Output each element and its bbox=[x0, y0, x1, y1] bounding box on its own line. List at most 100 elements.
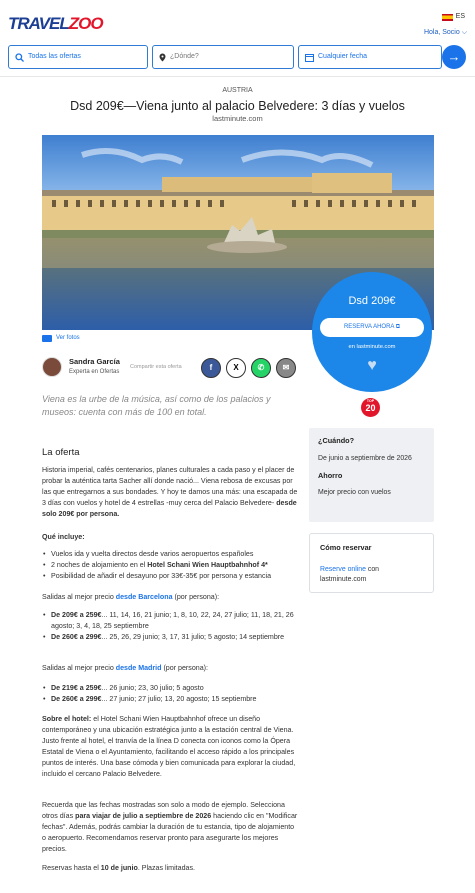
hotel-label: Sobre el hotel: bbox=[42, 715, 92, 723]
reserve-now-button[interactable]: RESERVA AHORA ⧉ bbox=[320, 317, 424, 337]
camera-icon bbox=[42, 334, 52, 342]
barcelona-link[interactable]: desde Barcelona bbox=[116, 593, 173, 601]
top20-badge-top: TOP bbox=[366, 399, 375, 403]
madrid-heading: Salidas al mejor precio desde Madrid (po… bbox=[42, 663, 300, 674]
deadline-date: 10 de junio bbox=[100, 864, 138, 872]
deal-provider: lastminute.com bbox=[212, 114, 263, 123]
date-label: Cualquier fecha bbox=[318, 52, 368, 60]
when-box: ¿Cuándo? De junio a septiembre de 2026 A… bbox=[309, 428, 434, 522]
list-item: Vuelos ida y vuelta directos desde vario… bbox=[42, 549, 300, 560]
reserve-online-link[interactable]: Reserve online bbox=[320, 566, 366, 573]
language-code: ES bbox=[455, 13, 465, 20]
author-role: Experta en Ofertas bbox=[69, 369, 120, 376]
author-name: Sandra García bbox=[69, 357, 120, 367]
travelzoo-logo[interactable]: TRAVELZOO bbox=[8, 12, 104, 37]
include-text: 2 noches de alojamiento en el bbox=[51, 560, 148, 569]
user-menu[interactable]: Hola, Socio ⌵ bbox=[424, 28, 467, 38]
divider bbox=[0, 76, 475, 77]
top20-badge-num: 20 bbox=[365, 403, 376, 413]
destination-input[interactable]: ¿Dónde? bbox=[152, 45, 294, 69]
view-photos-link[interactable]: Ver fotos bbox=[42, 334, 80, 343]
list-item: De 260€ a 299€... 25, 26, 29 junio; 3, 1… bbox=[42, 632, 300, 643]
logo-accent: ZOO bbox=[68, 14, 104, 33]
date-picker[interactable]: Cualquier fecha bbox=[298, 45, 442, 69]
deals-filter-label: Todas las ofertas bbox=[28, 52, 81, 60]
spain-flag-icon bbox=[441, 13, 453, 21]
madrid-link[interactable]: desde Madrid bbox=[116, 664, 162, 672]
reserve-label: RESERVA AHORA bbox=[343, 323, 395, 330]
how-to-book-label: Cómo reservar bbox=[320, 543, 372, 552]
deal-title: Dsd 209€—Viena junto al palacio Belveder… bbox=[70, 99, 405, 113]
deadline-text: Reservas hasta el bbox=[42, 864, 101, 872]
list-item: De 260€ a 299€... 27 junio; 27 julio; 13… bbox=[42, 694, 300, 705]
price-range: De 260€ a 299€ bbox=[51, 632, 102, 641]
when-label: ¿Cuándo? bbox=[318, 436, 355, 445]
list-item: De 209€ a 259€... 11, 14, 16, 21 junio; … bbox=[42, 610, 300, 632]
search-bar: Todas las ofertas ¿Dónde? Cualquier fech… bbox=[8, 45, 446, 69]
author-block: Sandra García Experta en Ofertas bbox=[42, 357, 120, 377]
list-item: 2 noches de alojamiento en el Hotel Scha… bbox=[42, 560, 300, 571]
avatar bbox=[42, 357, 62, 377]
user-greeting: Hola, Socio bbox=[423, 29, 460, 36]
top20-badge: TOP 20 bbox=[361, 398, 380, 417]
offer-heading: La oferta bbox=[42, 447, 80, 458]
dates-bold: para viajar de julio a septiembre de 202… bbox=[75, 811, 212, 820]
date-list: ... 26 junio; 23, 30 julio; 5 agosto bbox=[101, 684, 204, 692]
deal-intro: Viena es la urbe de la música, así como … bbox=[42, 394, 271, 418]
chevron-down-icon: ⌵ bbox=[461, 29, 467, 36]
share-icons: f X ✆ ✉ bbox=[201, 358, 296, 378]
mad-text2: (por persona): bbox=[161, 664, 208, 672]
date-list: ... 27 junio; 27 julio; 13, 20 agosto; 1… bbox=[101, 694, 257, 703]
destination-placeholder: ¿Dónde? bbox=[170, 52, 199, 60]
provider-note: en lastminute.com bbox=[348, 343, 396, 350]
offer-paragraph: Historia imperial, cafés centenarios, pl… bbox=[42, 465, 300, 520]
arrow-right-icon: → bbox=[447, 48, 461, 64]
include-text: Vuelos ida y vuelta directos desde vario… bbox=[51, 550, 254, 558]
hotel-name: Hotel Schani Wien Hauptbahnhof 4* bbox=[147, 560, 268, 569]
deal-price: Dsd 209€ bbox=[348, 295, 396, 307]
deadline-text2: . Plazas limitadas. bbox=[137, 864, 195, 872]
how-to-book-box: Cómo reservar Reserve online con lastmin… bbox=[309, 533, 434, 593]
deals-filter[interactable]: Todas las ofertas bbox=[8, 45, 148, 69]
bcn-text: Salidas al mejor precio bbox=[42, 593, 116, 601]
price-circle: Dsd 209€ RESERVA AHORA ⧉ en lastminute.c… bbox=[312, 272, 432, 392]
x-icon[interactable]: X bbox=[226, 358, 246, 378]
price-range: De 209€ a 259€ bbox=[51, 611, 102, 619]
includes-label: Qué incluye: bbox=[42, 533, 85, 541]
facebook-icon[interactable]: f bbox=[201, 358, 221, 378]
location-pin-icon bbox=[159, 53, 166, 61]
madrid-dates: De 219€ a 259€... 26 junio; 23, 30 julio… bbox=[42, 683, 300, 705]
search-icon bbox=[15, 52, 24, 62]
barcelona-dates: De 209€ a 259€... 11, 14, 16, 21 junio; … bbox=[42, 610, 300, 643]
deal-country: AUSTRIA bbox=[222, 87, 253, 94]
bcn-text2: (por persona): bbox=[172, 593, 220, 601]
date-list: ... 25, 26, 29 junio; 3, 17, 31 julio; 5… bbox=[101, 632, 285, 641]
offer-p1: Historia imperial, cafés centenarios, pl… bbox=[42, 466, 298, 507]
view-photos-label: Ver fotos bbox=[56, 335, 80, 341]
list-item: Posibilidad de añadir el desayuno por 33… bbox=[42, 571, 300, 582]
whatsapp-icon[interactable]: ✆ bbox=[251, 358, 271, 378]
calendar-icon bbox=[305, 53, 314, 62]
language-selector[interactable]: ES bbox=[441, 12, 465, 22]
hotel-text: el Hotel Schani Wien Hauptbahnhof ofrece… bbox=[42, 715, 296, 778]
external-link-icon: ⧉ bbox=[395, 323, 401, 330]
heart-icon[interactable]: ♥ bbox=[312, 354, 432, 377]
mad-text: Salidas al mejor precio bbox=[42, 664, 116, 672]
mail-icon[interactable]: ✉ bbox=[276, 358, 296, 378]
barcelona-heading: Salidas al mejor precio desde Barcelona … bbox=[42, 592, 300, 603]
how-to-book-text: Reserve online con lastminute.com bbox=[320, 565, 423, 585]
list-item: De 219€ a 259€... 26 junio; 23, 30 julio… bbox=[42, 683, 300, 694]
when-value: De junio a septiembre de 2026 bbox=[318, 454, 412, 462]
savings-value: Mejor precio con vuelos bbox=[318, 489, 391, 497]
hotel-paragraph: Sobre el hotel: el Hotel Schani Wien Hau… bbox=[42, 714, 300, 780]
booking-deadline: Reservas hasta el 10 de junio. Plazas li… bbox=[42, 863, 300, 874]
include-text: Posibilidad de añadir el desayuno por 33… bbox=[51, 571, 272, 580]
price-range: De 260€ a 299€ bbox=[51, 694, 102, 703]
price-range: De 219€ a 259€ bbox=[51, 684, 102, 692]
logo-text: TRAVEL bbox=[8, 14, 70, 33]
includes-list: Vuelos ida y vuelta directos desde vario… bbox=[42, 549, 300, 582]
search-button[interactable]: → bbox=[442, 45, 466, 69]
share-label: Compartir esta oferta bbox=[130, 364, 182, 370]
savings-label: Ahorro bbox=[318, 470, 343, 480]
dates-paragraph: Recuerda que las fechas mostradas son so… bbox=[42, 800, 300, 855]
